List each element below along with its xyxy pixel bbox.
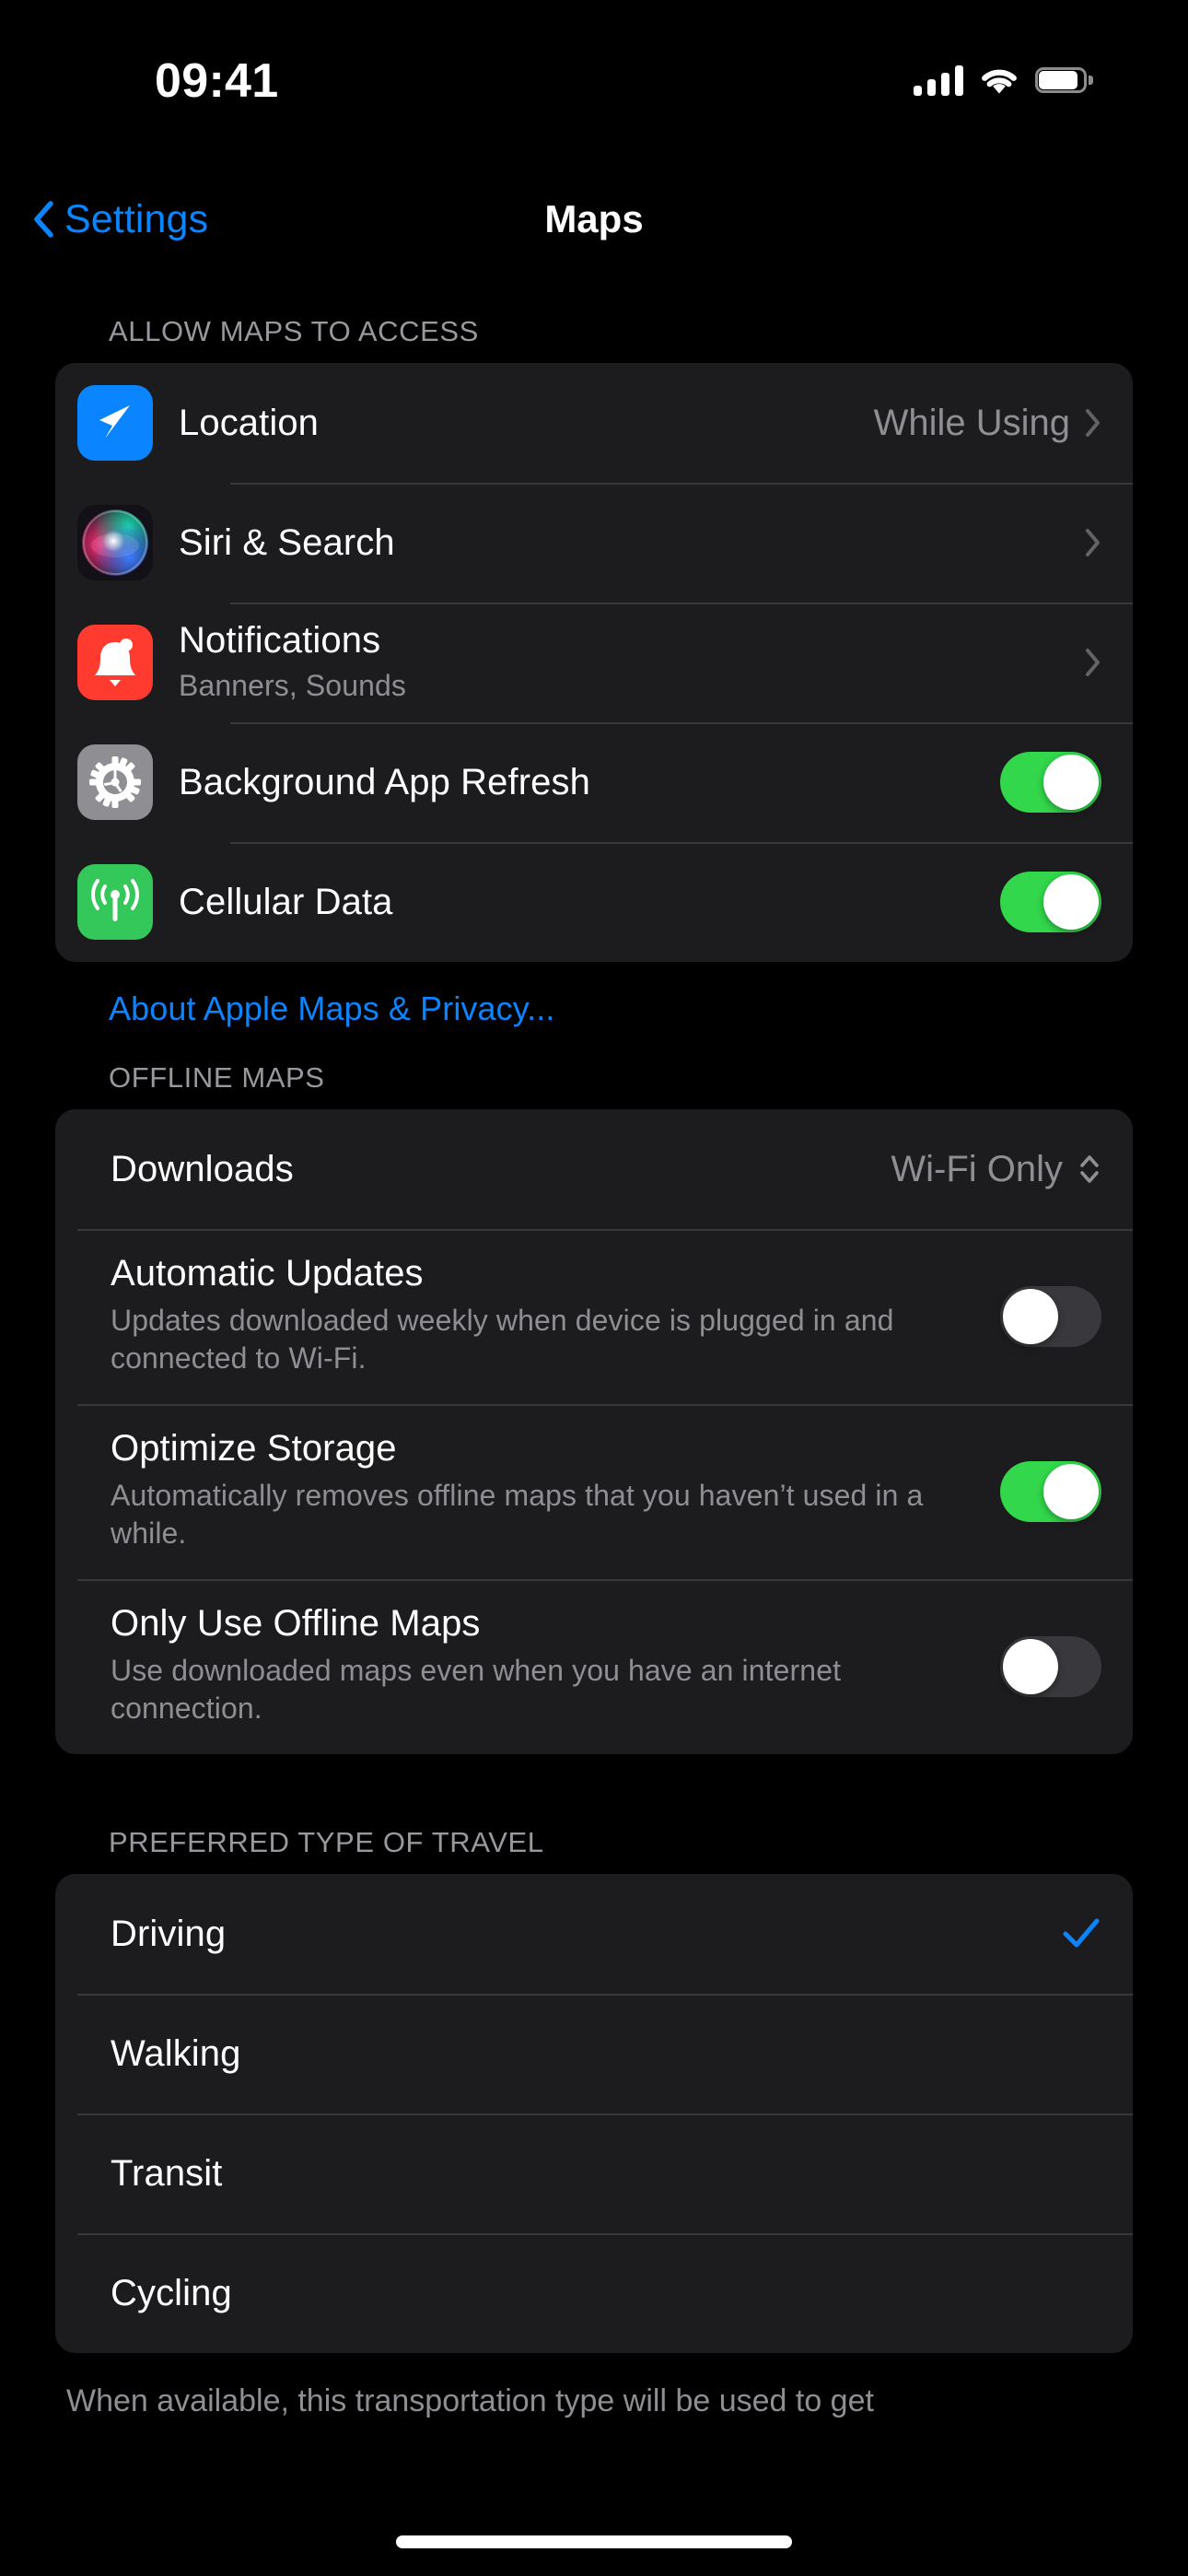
settings-content: ALLOW MAPS TO ACCESS Location While Usin… bbox=[0, 276, 1188, 2422]
row-only-use-offline-maps-label: Only Use Offline Maps bbox=[111, 1603, 481, 1644]
row-travel-walking-label: Walking bbox=[111, 2032, 241, 2074]
location-arrow-icon bbox=[77, 385, 153, 461]
section-header-offline-maps: OFFLINE MAPS bbox=[109, 1061, 325, 1094]
bell-icon bbox=[77, 625, 153, 700]
row-location[interactable]: Location While Using bbox=[55, 363, 1133, 483]
page-title: Maps bbox=[544, 197, 644, 240]
row-cellular-data-accessory bbox=[1000, 872, 1101, 932]
cellular-antenna-icon bbox=[77, 864, 153, 940]
cellular-data-toggle[interactable] bbox=[1000, 872, 1101, 932]
row-downloads-accessory[interactable]: Wi-Fi Only bbox=[891, 1149, 1101, 1190]
row-cellular-data[interactable]: Cellular Data bbox=[55, 842, 1133, 962]
row-automatic-updates-label: Automatic Updates bbox=[111, 1253, 424, 1294]
row-siri-search-label: Siri & Search bbox=[179, 521, 395, 563]
row-downloads[interactable]: Downloads Wi-Fi Only bbox=[55, 1109, 1133, 1229]
section-header-allow-access: ALLOW MAPS TO ACCESS bbox=[109, 315, 479, 347]
navigation-bar: Settings Maps bbox=[0, 171, 1188, 267]
siri-orb-icon bbox=[77, 505, 153, 580]
preferred-travel-card: Driving Walking Transit Cycling bbox=[55, 1874, 1133, 2353]
row-only-use-offline-maps[interactable]: Only Use Offline Maps Use downloaded map… bbox=[55, 1579, 1133, 1754]
row-automatic-updates-subtitle: Updates downloaded weekly when device is… bbox=[111, 1304, 894, 1375]
cellular-signal-icon bbox=[914, 64, 963, 96]
row-location-accessory: While Using bbox=[874, 403, 1101, 444]
row-downloads-label: Downloads bbox=[111, 1148, 294, 1189]
row-siri-search-accessory bbox=[1085, 528, 1101, 557]
automatic-updates-toggle[interactable] bbox=[1000, 1286, 1101, 1347]
row-cellular-data-label: Cellular Data bbox=[179, 881, 393, 922]
row-downloads-value: Wi-Fi Only bbox=[891, 1148, 1063, 1189]
row-notifications-accessory bbox=[1085, 648, 1101, 677]
row-travel-transit[interactable]: Transit bbox=[55, 2113, 1133, 2233]
row-only-use-offline-maps-accessory bbox=[1000, 1636, 1101, 1697]
optimize-storage-toggle[interactable] bbox=[1000, 1461, 1101, 1522]
about-apple-maps-privacy-link[interactable]: About Apple Maps & Privacy... bbox=[0, 962, 1188, 1028]
row-background-app-refresh[interactable]: Background App Refresh bbox=[55, 722, 1133, 842]
battery-icon bbox=[1035, 67, 1093, 93]
row-travel-cycling-label: Cycling bbox=[111, 2272, 232, 2313]
row-travel-transit-label: Transit bbox=[111, 2152, 223, 2194]
ios-settings-maps-screen: 09:41 Settings Maps ALLOW MAPS TO ACCESS… bbox=[0, 0, 1188, 2576]
row-automatic-updates[interactable]: Automatic Updates Updates downloaded wee… bbox=[55, 1229, 1133, 1404]
row-siri-search[interactable]: Siri & Search bbox=[55, 483, 1133, 603]
row-only-use-offline-maps-subtitle: Use downloaded maps even when you have a… bbox=[111, 1654, 842, 1725]
gear-icon bbox=[77, 744, 153, 820]
row-travel-cycling[interactable]: Cycling bbox=[55, 2233, 1133, 2353]
row-background-app-refresh-label: Background App Refresh bbox=[179, 761, 590, 802]
chevron-right-icon bbox=[1085, 408, 1101, 438]
section-header-preferred-travel: PREFERRED TYPE OF TRAVEL bbox=[109, 1826, 544, 1858]
row-background-app-refresh-accessory bbox=[1000, 752, 1101, 813]
checkmark-icon bbox=[1061, 1914, 1101, 1954]
row-travel-driving-label: Driving bbox=[111, 1913, 227, 1954]
chevron-right-icon bbox=[1085, 648, 1101, 677]
row-optimize-storage[interactable]: Optimize Storage Automatically removes o… bbox=[55, 1404, 1133, 1579]
row-optimize-storage-accessory bbox=[1000, 1461, 1101, 1522]
row-optimize-storage-label: Optimize Storage bbox=[111, 1428, 397, 1469]
preferred-travel-footer: When available, this transportation type… bbox=[66, 2383, 874, 2418]
status-bar-indicators bbox=[914, 57, 1093, 96]
only-use-offline-maps-toggle[interactable] bbox=[1000, 1636, 1101, 1697]
allow-access-card: Location While Using Siri & Search Notif… bbox=[55, 363, 1133, 962]
row-automatic-updates-accessory bbox=[1000, 1286, 1101, 1347]
row-location-value: While Using bbox=[873, 402, 1070, 443]
offline-maps-card: Downloads Wi-Fi Only Automatic Updates U… bbox=[55, 1109, 1133, 1754]
home-indicator[interactable] bbox=[396, 2535, 792, 2548]
up-down-chevron-icon bbox=[1077, 1152, 1101, 1187]
chevron-right-icon bbox=[1085, 528, 1101, 557]
status-bar: 09:41 bbox=[0, 0, 1188, 138]
status-bar-time: 09:41 bbox=[155, 54, 279, 108]
row-notifications[interactable]: Notifications Banners, Sounds bbox=[55, 603, 1133, 722]
row-optimize-storage-subtitle: Automatically removes offline maps that … bbox=[111, 1479, 924, 1550]
wifi-icon bbox=[979, 65, 1019, 96]
row-notifications-label: Notifications bbox=[179, 620, 381, 662]
row-travel-walking[interactable]: Walking bbox=[55, 1994, 1133, 2113]
row-location-label: Location bbox=[179, 402, 320, 443]
row-travel-driving-accessory bbox=[1061, 1914, 1101, 1954]
row-notifications-subtitle: Banners, Sounds bbox=[179, 669, 406, 703]
background-app-refresh-toggle[interactable] bbox=[1000, 752, 1101, 813]
row-travel-driving[interactable]: Driving bbox=[55, 1874, 1133, 1994]
